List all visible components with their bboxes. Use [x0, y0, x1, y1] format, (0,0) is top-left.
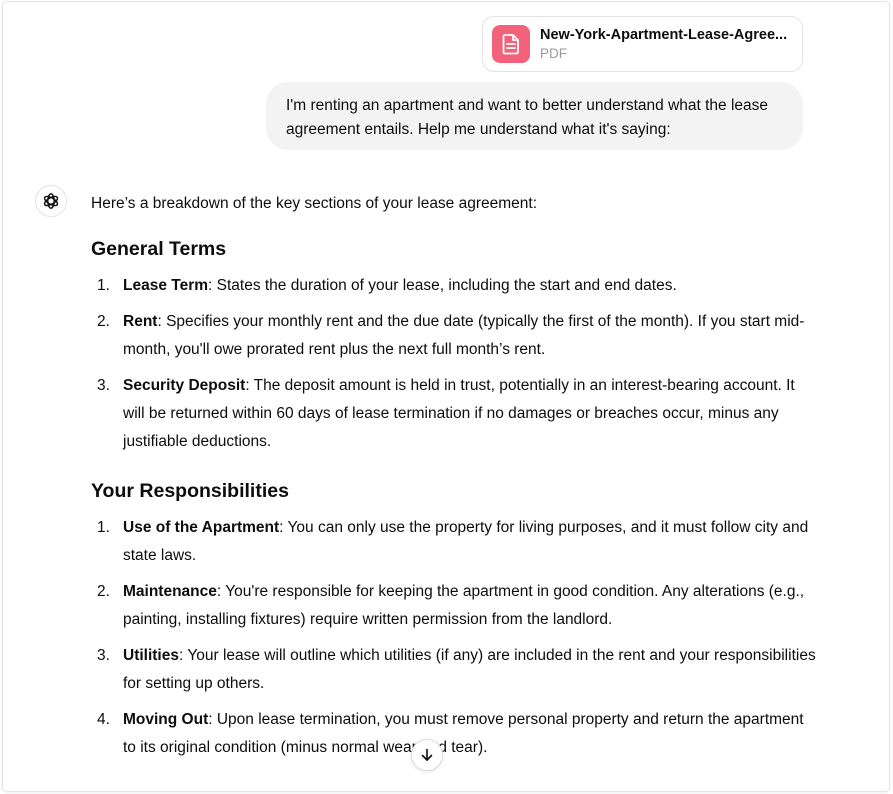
list-term: Rent [123, 313, 158, 330]
list-item: 2. Maintenance: You're responsible for ke… [91, 578, 816, 634]
list-item: 3. Utilities: Your lease will outline whi… [91, 642, 816, 698]
list-item: 3. Security Deposit: The deposit amount i… [91, 372, 816, 456]
list-item: 2. Rent: Specifies your monthly rent and … [91, 308, 816, 364]
list-term: Use of the Apartment [123, 519, 280, 536]
list-term: Maintenance [123, 583, 217, 600]
section-title-general-terms: General Terms [91, 238, 227, 260]
list-term: Moving Out [123, 711, 209, 728]
user-message: I'm renting an apartment and want to bet… [266, 82, 803, 150]
list-text: : Your lease will outline which utilitie… [123, 647, 816, 692]
arrow-down-icon [421, 748, 433, 761]
assistant-avatar [35, 185, 67, 217]
list-term: Lease Term [123, 277, 209, 294]
assistant-intro: Here’s a breakdown of the key sections o… [91, 195, 538, 212]
list-number: 1. [97, 519, 110, 536]
chat-window: New-York-Apartment-Lease-Agree... PDF I'… [3, 2, 889, 791]
scroll-to-bottom-button[interactable] [411, 739, 443, 771]
document-icon [492, 25, 530, 63]
list-item: 1. Use of the Apartment: You can only use… [91, 514, 816, 570]
list-number: 4. [97, 711, 110, 728]
list-number: 2. [97, 583, 110, 600]
list-text: : Upon lease termination, you must remov… [123, 711, 804, 756]
list-item: 4. Moving Out: Upon lease termination, yo… [91, 706, 816, 762]
openai-logo-icon [43, 193, 59, 209]
list-number: 2. [97, 313, 110, 330]
list-text: : States the duration of your lease, inc… [208, 277, 677, 294]
assistant-message: Here’s a breakdown of the key sections o… [91, 190, 816, 762]
list-number: 3. [97, 647, 110, 664]
pdf-attachment[interactable]: New-York-Apartment-Lease-Agree... PDF [482, 16, 803, 72]
attachment-file-type: PDF [540, 45, 567, 61]
attachment-file-name: New-York-Apartment-Lease-Agree... [540, 26, 788, 43]
section-title-your-responsibilities: Your Responsibilities [91, 480, 289, 502]
general-terms-list: 1. Lease Term: States the duration of you… [91, 272, 816, 456]
list-number: 3. [97, 377, 110, 394]
user-message-text: I'm renting an apartment and want to bet… [286, 97, 769, 138]
list-term: Utilities [123, 647, 179, 664]
list-term: Security Deposit [123, 377, 246, 394]
list-text: : You're responsible for keeping the apa… [123, 583, 805, 628]
list-text: : Specifies your monthly rent and the du… [123, 313, 805, 358]
list-number: 1. [97, 277, 110, 294]
list-item: 1. Lease Term: States the duration of you… [91, 272, 816, 300]
responsibilities-list: 1. Use of the Apartment: You can only use… [91, 514, 816, 762]
